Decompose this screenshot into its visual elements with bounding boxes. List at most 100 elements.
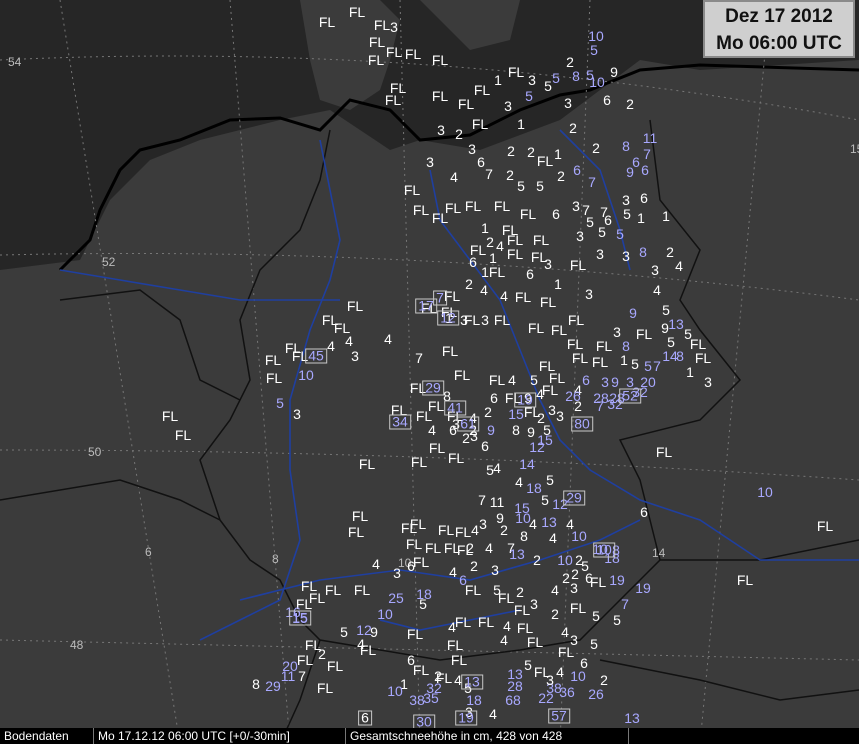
station-value: 4 bbox=[372, 556, 380, 572]
station-value: 3 bbox=[596, 246, 604, 262]
station-value: 1 bbox=[517, 116, 525, 132]
date-label: Dez 17 2012 bbox=[725, 6, 833, 27]
station-value: FL bbox=[457, 96, 475, 112]
station-value: 5 bbox=[517, 178, 525, 194]
station-value: 9 bbox=[661, 320, 669, 336]
station-value: 5 bbox=[544, 78, 552, 94]
station-value: FL bbox=[571, 350, 589, 366]
station-value: 4 bbox=[675, 258, 683, 274]
station-value: FL bbox=[473, 82, 491, 98]
station-value-boxed: 6 bbox=[358, 710, 372, 726]
station-value: 29 bbox=[265, 678, 281, 694]
station-value: 13 bbox=[541, 514, 557, 530]
station-value: 2 bbox=[533, 552, 541, 568]
station-value: 15 bbox=[508, 406, 524, 422]
station-value: FL bbox=[318, 14, 336, 30]
station-value: FL bbox=[591, 354, 609, 370]
station-value: FL bbox=[441, 343, 459, 359]
station-value: 5 bbox=[276, 395, 284, 411]
station-value: 5 bbox=[667, 334, 675, 350]
station-value: 3 bbox=[570, 580, 578, 596]
station-value: 5 bbox=[530, 372, 538, 388]
station-value: 10 bbox=[571, 528, 587, 544]
station-value: 18 bbox=[526, 480, 542, 496]
station-value: 9 bbox=[527, 424, 535, 440]
station-value: 6 bbox=[603, 92, 611, 108]
station-value: FL bbox=[447, 450, 465, 466]
station-value: 28 bbox=[507, 678, 523, 694]
station-value: FL bbox=[431, 52, 449, 68]
station-value: 5 bbox=[631, 356, 639, 372]
station-value: 2 bbox=[516, 584, 524, 600]
station-value: 11 bbox=[489, 494, 505, 510]
station-value: 4 bbox=[508, 372, 516, 388]
station-value: 4 bbox=[480, 282, 488, 298]
station-value: 3 bbox=[622, 248, 630, 264]
station-value: 2 bbox=[500, 522, 508, 538]
station-value: 2 bbox=[571, 566, 579, 582]
station-value: 5 bbox=[623, 206, 631, 222]
station-value: 8 bbox=[572, 68, 580, 84]
station-value: 35 bbox=[423, 690, 439, 706]
station-value: 10 bbox=[557, 552, 573, 568]
station-value: 1 bbox=[554, 146, 562, 162]
grid-label: 52 bbox=[102, 255, 116, 269]
station-value: 1 bbox=[686, 364, 694, 380]
snow-depth-map[interactable]: 54 52 50 48 6 8 10 14 16 15 FLFLFL3FLFLF… bbox=[0, 0, 859, 744]
station-value: 3 bbox=[601, 374, 609, 390]
station-value: 2 bbox=[569, 120, 577, 136]
station-value: 3 bbox=[393, 565, 401, 581]
station-value: 11 bbox=[280, 668, 296, 684]
station-value: FL bbox=[358, 456, 376, 472]
station-value: 4 bbox=[450, 169, 458, 185]
station-value: 5 bbox=[613, 612, 621, 628]
date-time-box: Dez 17 2012 Mo 06:00 UTC bbox=[703, 0, 855, 58]
station-value: 7 bbox=[298, 668, 306, 684]
station-value: 3 bbox=[546, 672, 554, 688]
station-value: FL bbox=[526, 634, 544, 650]
grid-label: 50 bbox=[88, 445, 102, 459]
station-value: FL bbox=[550, 322, 568, 338]
station-value: FL bbox=[346, 298, 364, 314]
station-value: 10 bbox=[387, 683, 403, 699]
station-value-boxed: 45 bbox=[305, 348, 327, 364]
station-value: 1 bbox=[481, 264, 489, 280]
station-value: 3 bbox=[426, 154, 434, 170]
station-value: 6 bbox=[469, 254, 477, 270]
station-value: 7 bbox=[485, 166, 493, 182]
station-value: FL bbox=[506, 246, 524, 262]
station-value: 3 bbox=[651, 262, 659, 278]
station-value: 3 bbox=[390, 19, 398, 35]
station-value: 9 bbox=[487, 422, 495, 438]
station-value-boxed: 80 bbox=[571, 416, 593, 432]
station-value: FL bbox=[595, 338, 613, 354]
station-value: FL bbox=[527, 320, 545, 336]
station-value: 8 bbox=[252, 676, 260, 692]
station-value: FL bbox=[415, 408, 433, 424]
station-value: 26 bbox=[588, 686, 604, 702]
station-value: FL bbox=[412, 554, 430, 570]
station-value: 5 bbox=[598, 224, 606, 240]
station-value: FL bbox=[464, 582, 482, 598]
station-value: 5 bbox=[419, 596, 427, 612]
station-value: 8 bbox=[622, 138, 630, 154]
station-value: FL bbox=[454, 614, 472, 630]
station-value: 4 bbox=[345, 333, 353, 349]
station-value-boxed: 61 bbox=[457, 416, 479, 432]
station-value: FL bbox=[265, 370, 283, 386]
station-value: FL bbox=[368, 34, 386, 50]
station-value: 11 bbox=[642, 130, 658, 146]
station-value-boxed: 34 bbox=[389, 414, 411, 430]
station-value: 68 bbox=[505, 692, 521, 708]
station-value: 5 bbox=[536, 178, 544, 194]
station-value: 25 bbox=[388, 590, 404, 606]
station-value-boxed: 12 bbox=[437, 310, 459, 326]
station-value: FL bbox=[406, 626, 424, 642]
station-value: 6 bbox=[552, 206, 560, 222]
station-value: FL bbox=[539, 294, 557, 310]
station-value: FL bbox=[635, 326, 653, 342]
station-value: 1 bbox=[489, 250, 497, 266]
station-value: 9 bbox=[611, 374, 619, 390]
station-value: FL bbox=[514, 289, 532, 305]
station-value: 12 bbox=[529, 439, 545, 455]
